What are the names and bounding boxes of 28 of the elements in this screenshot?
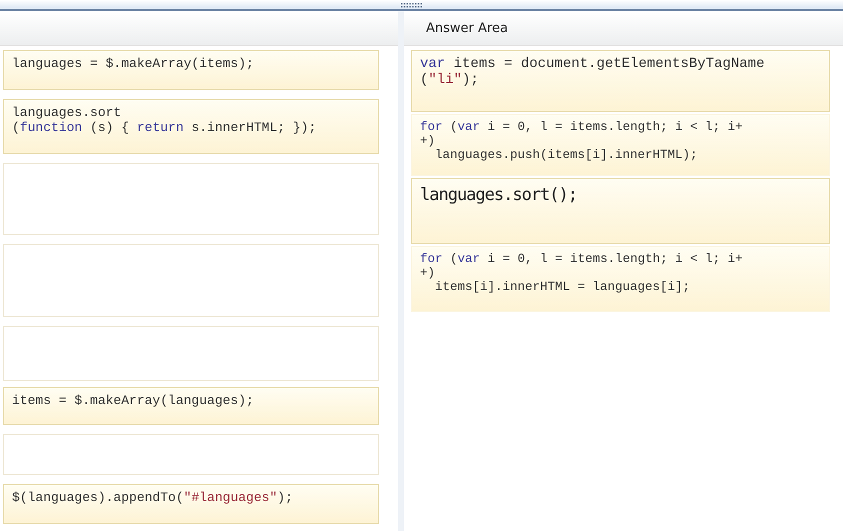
code-tile[interactable]: for (var i = 0, l = items.length; i < l; i+ +) items[i].innerHTML = languages[i];	[411, 246, 830, 312]
code-line: +)	[420, 266, 436, 280]
code-tile[interactable]: for (var i = 0, l = items.length; i < l; i+ +) languages.push(items[i].innerHTML);	[411, 114, 830, 176]
code-line: $(languages).appendTo("#languages");	[12, 490, 294, 505]
code-line: languages.sort	[12, 105, 122, 120]
grip-icon[interactable]	[400, 3, 422, 8]
code-tile[interactable]: languages.sort (function (s) { return s.innerHTML; });	[3, 99, 379, 154]
answer-area-title: Answer Area	[426, 20, 508, 36]
code-line: items[i].innerHTML = languages[i];	[434, 280, 692, 294]
code-tile[interactable]: $(languages).appendTo("#languages");	[3, 484, 379, 524]
code-tile[interactable]	[3, 244, 379, 317]
code-tile[interactable]: items = $.makeArray(languages);	[3, 387, 379, 425]
code-line: for (var i = 0, l = items.length; i < l; i+	[420, 120, 744, 134]
code-line: (function (s) { return s.innerHTML; });	[12, 120, 318, 135]
code-line: languages = $.makeArray(items);	[12, 56, 255, 71]
code-tile[interactable]	[3, 434, 379, 475]
code-line: var items = document.getElementsByTagName	[420, 56, 766, 72]
code-line: items = $.makeArray(languages);	[12, 393, 255, 408]
code-line: +)	[420, 134, 436, 148]
code-tile[interactable]	[3, 163, 379, 235]
code-tile[interactable]: var items = document.getElementsByTagName ("li");	[411, 50, 830, 112]
code-line: languages.sort();	[420, 184, 578, 206]
code-line: ("li");	[420, 72, 480, 88]
code-tile[interactable]	[3, 326, 379, 381]
code-line: for (var i = 0, l = items.length; i < l; i+	[420, 252, 744, 266]
code-tile[interactable]: languages = $.makeArray(items);	[3, 50, 379, 90]
code-line: languages.push(items[i].innerHTML);	[434, 148, 699, 162]
code-tile[interactable]: languages.sort();	[411, 178, 830, 244]
